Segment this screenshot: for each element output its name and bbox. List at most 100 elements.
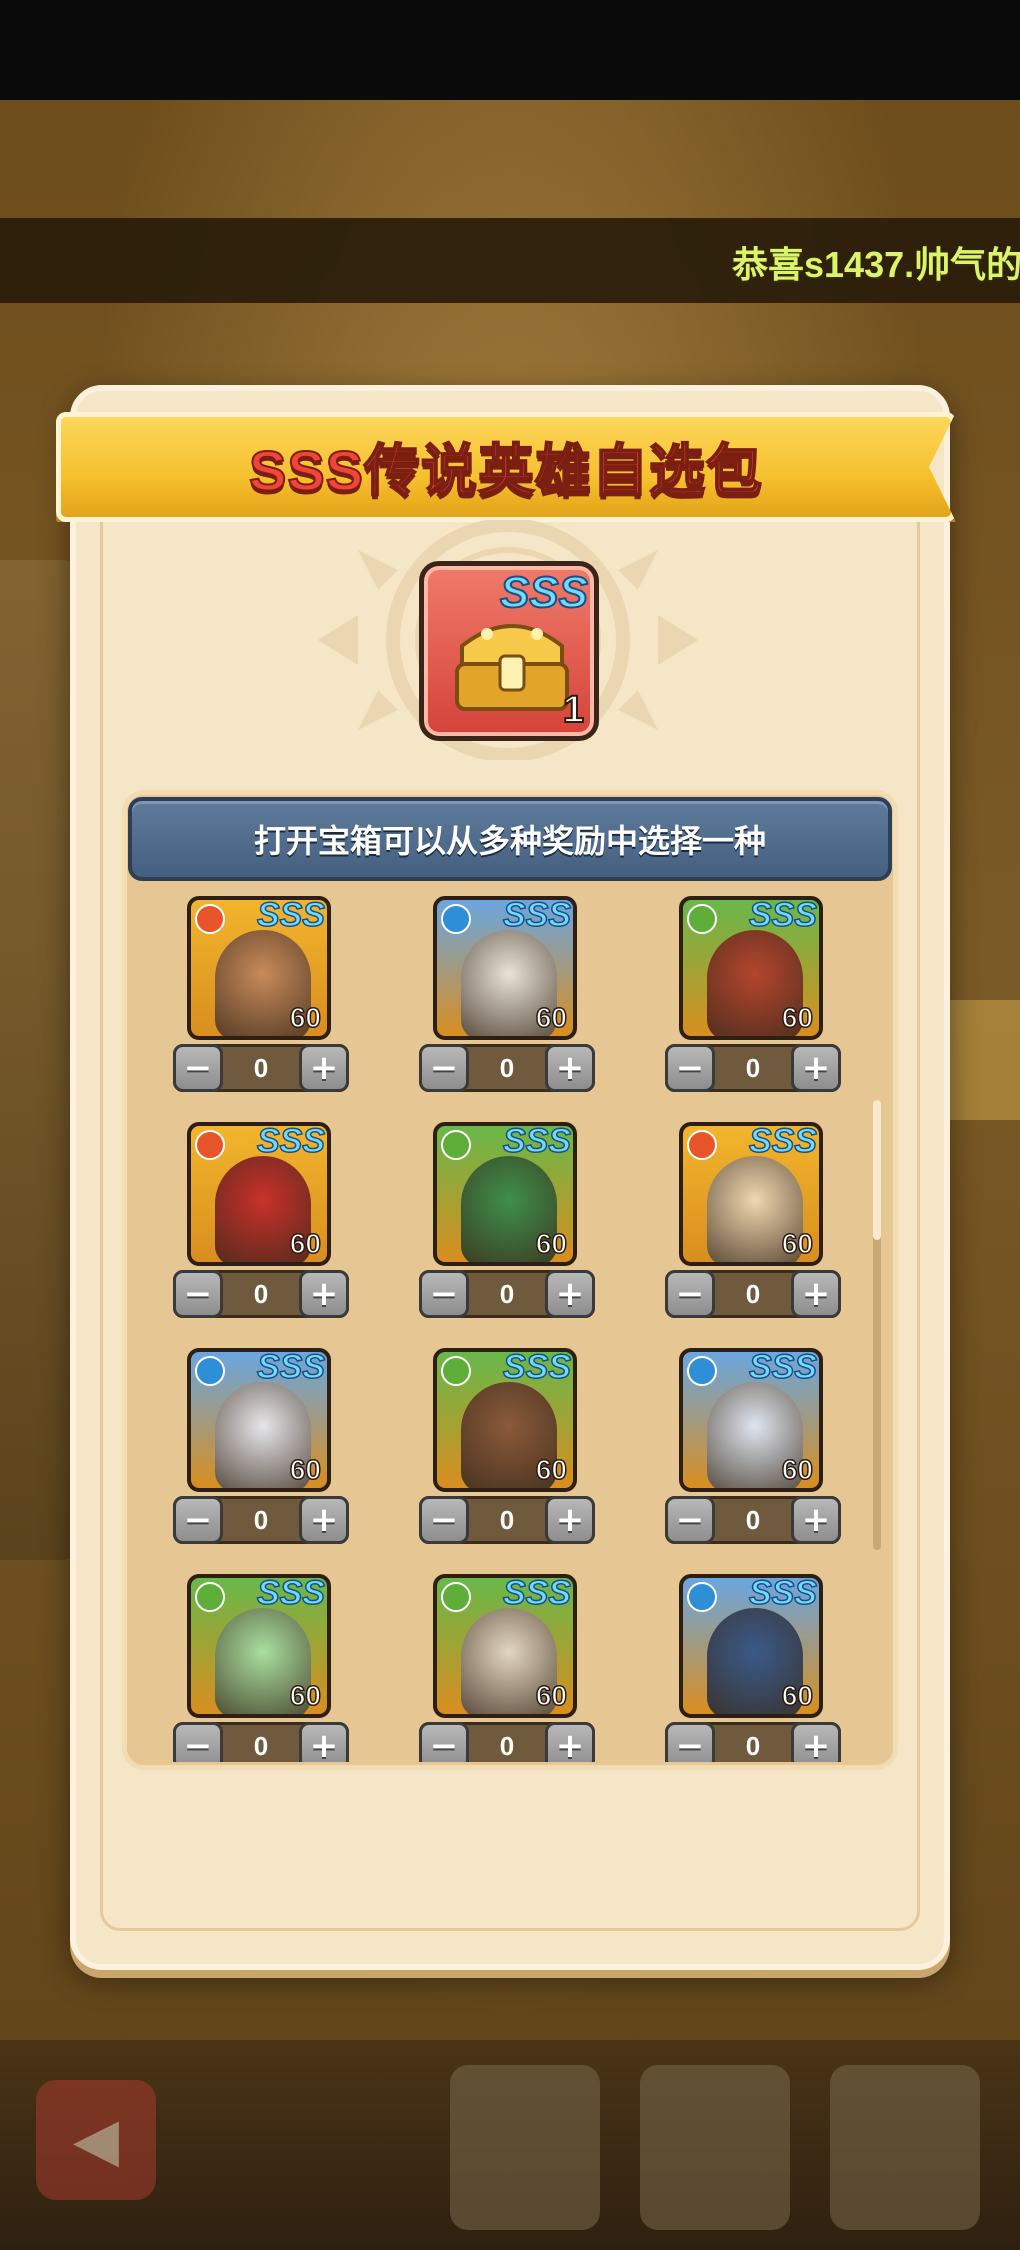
leaf-element-icon [441, 1582, 471, 1612]
hero-grid[interactable]: SSS 60 − 0 + SSS 60 − 0 + SSS 60 − 0 + S… [127, 890, 893, 1762]
decrement-button[interactable]: − [665, 1270, 715, 1318]
quantity-stepper[interactable]: − 0 + [665, 1496, 841, 1544]
quantity-value: 0 [253, 1052, 269, 1083]
fire-element-icon [195, 1130, 225, 1160]
decrement-button[interactable]: − [665, 1496, 715, 1544]
hero-level: 60 [289, 1227, 322, 1260]
increment-button[interactable]: + [791, 1722, 841, 1762]
hero-portrait-card[interactable]: SSS 60 [187, 1574, 331, 1718]
hero-level: 60 [535, 1227, 568, 1260]
hero-grade-badge: SSS [502, 1574, 572, 1613]
decrement-button[interactable]: − [173, 1722, 223, 1762]
info-banner: 打开宝箱可以从多种奖励中选择一种 [128, 797, 892, 881]
quantity-stepper[interactable]: − 0 + [173, 1496, 349, 1544]
nav-button-1[interactable] [450, 2065, 600, 2230]
hero-portrait-card[interactable]: SSS 60 [187, 1122, 331, 1266]
decrement-button[interactable]: − [419, 1270, 469, 1318]
hero-portrait-card[interactable]: SSS 60 [679, 1574, 823, 1718]
water-element-icon [195, 1356, 225, 1386]
fire-element-icon [687, 1130, 717, 1160]
scrollbar-thumb[interactable] [873, 1100, 881, 1240]
increment-button[interactable]: + [545, 1270, 595, 1318]
increment-button[interactable]: + [791, 1044, 841, 1092]
hero-grade-badge: SSS [748, 1348, 818, 1387]
hero-option[interactable]: SSS 60 − 0 + [419, 1122, 599, 1332]
water-element-icon [441, 904, 471, 934]
quantity-stepper[interactable]: − 0 + [665, 1722, 841, 1762]
hero-portrait-card[interactable]: SSS 60 [679, 896, 823, 1040]
hero-portrait-card[interactable]: SSS 60 [433, 1122, 577, 1266]
increment-button[interactable]: + [299, 1722, 349, 1762]
increment-button[interactable]: + [299, 1496, 349, 1544]
decrement-button[interactable]: − [419, 1722, 469, 1762]
hero-level: 60 [781, 1679, 814, 1712]
hero-option[interactable]: SSS 60 − 0 + [173, 1122, 353, 1332]
increment-button[interactable]: + [299, 1270, 349, 1318]
increment-button[interactable]: + [791, 1496, 841, 1544]
decrement-button[interactable]: − [173, 1496, 223, 1544]
decrement-button[interactable]: − [419, 1496, 469, 1544]
hero-option[interactable]: SSS 60 − 0 + [173, 1348, 353, 1558]
hero-grade-badge: SSS [502, 896, 572, 935]
leaf-element-icon [687, 904, 717, 934]
quantity-stepper[interactable]: − 0 + [173, 1044, 349, 1092]
increment-button[interactable]: + [545, 1044, 595, 1092]
hero-level: 60 [289, 1001, 322, 1034]
decrement-button[interactable]: − [419, 1044, 469, 1092]
quantity-stepper[interactable]: − 0 + [419, 1270, 595, 1318]
increment-button[interactable]: + [545, 1722, 595, 1762]
decrement-button[interactable]: − [665, 1722, 715, 1762]
back-button[interactable]: ◀ [36, 2080, 156, 2200]
dialog-title: SSS传说英雄自选包 [248, 438, 764, 503]
hero-option[interactable]: SSS 60 − 0 + [665, 1348, 845, 1558]
hero-portrait-card[interactable]: SSS 60 [187, 1348, 331, 1492]
announcement-marquee: 恭喜s1437.帅气的 [0, 218, 1020, 303]
quantity-value: 0 [499, 1504, 515, 1535]
quantity-value: 0 [253, 1730, 269, 1761]
hero-option[interactable]: SSS 60 − 0 + [665, 1122, 845, 1332]
hero-option[interactable]: SSS 60 − 0 + [419, 896, 599, 1106]
decrement-button[interactable]: − [173, 1044, 223, 1092]
hero-grade-badge: SSS [748, 1574, 818, 1613]
hero-portrait-card[interactable]: SSS 60 [433, 1348, 577, 1492]
hero-level: 60 [535, 1001, 568, 1034]
increment-button[interactable]: + [791, 1270, 841, 1318]
hero-grade-badge: SSS [502, 1122, 572, 1161]
hero-option[interactable]: SSS 60 − 0 + [419, 1348, 599, 1558]
nav-button-2[interactable] [640, 2065, 790, 2230]
quantity-stepper[interactable]: − 0 + [419, 1722, 595, 1762]
hero-portrait-card[interactable]: SSS 60 [433, 896, 577, 1040]
leaf-element-icon [441, 1130, 471, 1160]
decrement-button[interactable]: − [173, 1270, 223, 1318]
nav-button-3[interactable] [830, 2065, 980, 2230]
scrollbar[interactable] [873, 1100, 881, 1550]
hero-option[interactable]: SSS 60 − 0 + [173, 896, 353, 1106]
hero-option[interactable]: SSS 60 − 0 + [665, 1574, 845, 1762]
quantity-stepper[interactable]: − 0 + [665, 1270, 841, 1318]
hero-level: 60 [535, 1453, 568, 1486]
quantity-value: 0 [745, 1052, 761, 1083]
hero-portrait-card[interactable]: SSS 60 [679, 1122, 823, 1266]
increment-button[interactable]: + [545, 1496, 595, 1544]
hero-grade-badge: SSS [256, 1122, 326, 1161]
chest-reward-card[interactable]: SSS 1 [419, 561, 599, 741]
hero-portrait-card[interactable]: SSS 60 [187, 896, 331, 1040]
hero-portrait-card[interactable]: SSS 60 [679, 1348, 823, 1492]
quantity-value: 0 [745, 1504, 761, 1535]
quantity-stepper[interactable]: − 0 + [173, 1722, 349, 1762]
quantity-stepper[interactable]: − 0 + [419, 1044, 595, 1092]
quantity-stepper[interactable]: − 0 + [665, 1044, 841, 1092]
quantity-stepper[interactable]: − 0 + [419, 1496, 595, 1544]
leaf-element-icon [441, 1356, 471, 1386]
water-element-icon [687, 1582, 717, 1612]
chest-count: 1 [562, 688, 585, 732]
hero-portrait-card[interactable]: SSS 60 [433, 1574, 577, 1718]
decrement-button[interactable]: − [665, 1044, 715, 1092]
hero-level: 60 [289, 1453, 322, 1486]
hero-option[interactable]: SSS 60 − 0 + [173, 1574, 353, 1762]
quantity-stepper[interactable]: − 0 + [173, 1270, 349, 1318]
hero-grade-badge: SSS [256, 1348, 326, 1387]
increment-button[interactable]: + [299, 1044, 349, 1092]
hero-option[interactable]: SSS 60 − 0 + [419, 1574, 599, 1762]
hero-option[interactable]: SSS 60 − 0 + [665, 896, 845, 1106]
